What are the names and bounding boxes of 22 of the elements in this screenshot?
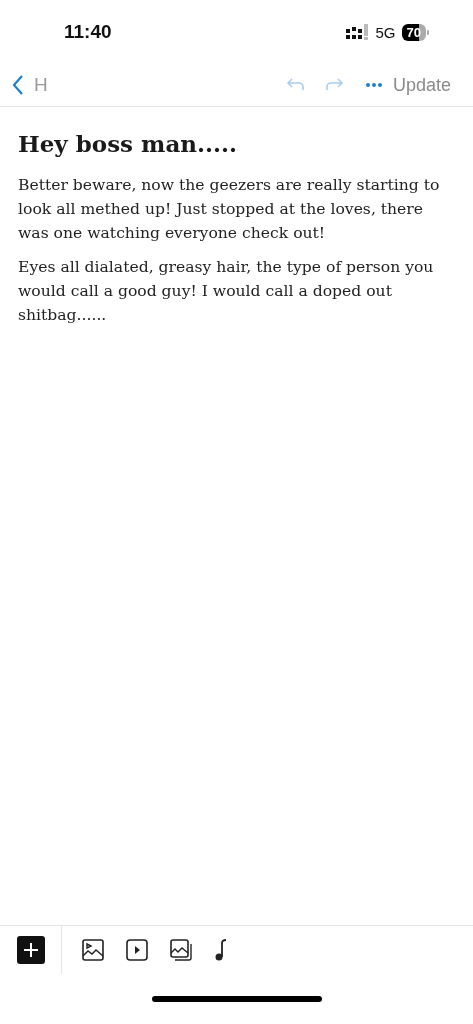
signal-icon [345, 24, 370, 40]
status-time: 11:40 [64, 21, 113, 43]
back-button[interactable]: H [12, 74, 285, 96]
gallery-icon [170, 939, 192, 961]
add-button[interactable] [17, 936, 45, 964]
more-icon [364, 82, 383, 88]
play-icon [126, 939, 148, 961]
undo-icon [284, 77, 305, 93]
paragraph: Eyes all dialated, greasy hair, the type of person you would call a good guy! I would call a doped out shitbag...... [18, 257, 435, 326]
back-icon [12, 75, 24, 95]
image-button[interactable] [82, 939, 104, 961]
paragraph: Better beware, now the geezers are really starting to look all methed up! Just stopped at the loves, there was one watching everyone check out! [18, 175, 441, 244]
image-icon [82, 939, 104, 961]
more-button[interactable] [364, 82, 383, 88]
video-button[interactable] [126, 939, 148, 961]
redo-icon [324, 77, 345, 93]
audio-button[interactable] [214, 939, 228, 961]
post-title: Hey boss man..... [18, 130, 239, 157]
music-note-icon [214, 939, 228, 961]
network-label: 5G [375, 23, 396, 41]
add-icon [17, 936, 45, 964]
gallery-button[interactable] [170, 939, 192, 961]
